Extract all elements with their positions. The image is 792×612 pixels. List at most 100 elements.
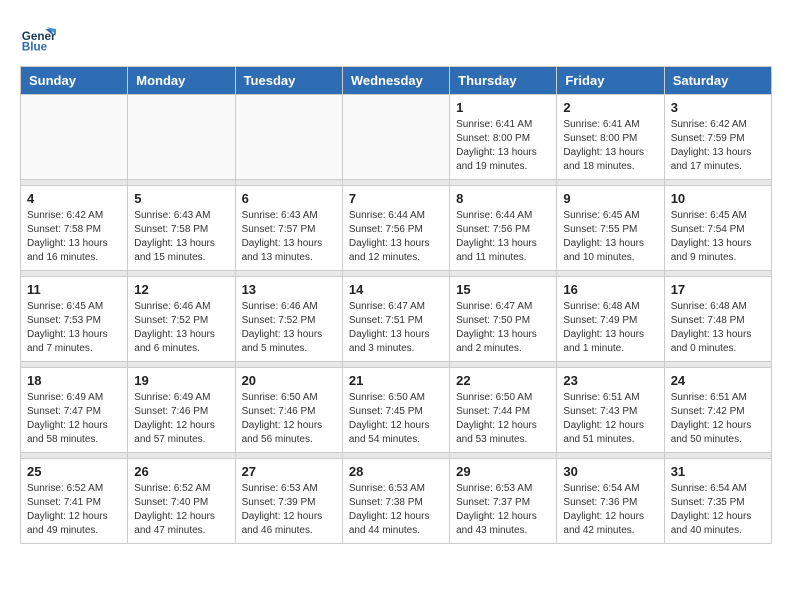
day-info: Sunrise: 6:52 AM Sunset: 7:40 PM Dayligh… [134, 482, 228, 538]
calendar-cell [21, 95, 128, 180]
calendar-cell: 16 Sunrise: 6:48 AM Sunset: 7:49 PM Dayli… [557, 277, 664, 362]
day-info: Sunrise: 6:50 AM Sunset: 7:46 PM Dayligh… [242, 391, 336, 447]
day-info: Sunrise: 6:53 AM Sunset: 7:38 PM Dayligh… [349, 482, 443, 538]
calendar-week-2: 4Sunrise: 6:42 AM Sunset: 7:58 PM Daylig… [21, 186, 772, 271]
day-info: Sunrise: 6:44 AM Sunset: 7:56 PM Dayligh… [456, 209, 550, 265]
calendar-cell: 2 Sunrise: 6:41 AM Sunset: 8:00 PM Daylig… [557, 95, 664, 180]
day-info: Sunrise: 6:50 AM Sunset: 7:45 PM Dayligh… [349, 391, 443, 447]
calendar-header-thursday: Thursday [450, 67, 557, 95]
calendar-cell: 9 Sunrise: 6:45 AM Sunset: 7:55 PM Daylig… [557, 186, 664, 271]
calendar-week-3: 11Sunrise: 6:45 AM Sunset: 7:53 PM Dayli… [21, 277, 772, 362]
calendar-header-friday: Friday [557, 67, 664, 95]
day-info: Sunrise: 6:47 AM Sunset: 7:50 PM Dayligh… [456, 300, 550, 356]
calendar-header-sunday: Sunday [21, 67, 128, 95]
calendar-week-5: 25 Sunrise: 6:52 AM Sunset: 7:41 PM Dayli… [21, 459, 772, 544]
day-info: Sunrise: 6:41 AM Sunset: 8:00 PM Dayligh… [456, 118, 550, 174]
day-number: 9 [563, 191, 657, 206]
day-info: Sunrise: 6:48 AM Sunset: 7:49 PM Dayligh… [563, 300, 657, 356]
day-number: 25 [27, 464, 121, 479]
day-info: Sunrise: 6:45 AM Sunset: 7:55 PM Dayligh… [563, 209, 657, 265]
calendar-header-wednesday: Wednesday [342, 67, 449, 95]
calendar-cell: 13 Sunrise: 6:46 AM Sunset: 7:52 PM Dayli… [235, 277, 342, 362]
calendar-cell: 11Sunrise: 6:45 AM Sunset: 7:53 PM Dayli… [21, 277, 128, 362]
day-number: 17 [671, 282, 765, 297]
day-info: Sunrise: 6:50 AM Sunset: 7:44 PM Dayligh… [456, 391, 550, 447]
page-header: General Blue [20, 20, 772, 56]
day-info: Sunrise: 6:43 AM Sunset: 7:58 PM Dayligh… [134, 209, 228, 265]
calendar-cell: 25 Sunrise: 6:52 AM Sunset: 7:41 PM Dayli… [21, 459, 128, 544]
day-number: 5 [134, 191, 228, 206]
day-info: Sunrise: 6:46 AM Sunset: 7:52 PM Dayligh… [242, 300, 336, 356]
day-number: 15 [456, 282, 550, 297]
calendar-header-saturday: Saturday [664, 67, 771, 95]
calendar-cell: 4Sunrise: 6:42 AM Sunset: 7:58 PM Daylig… [21, 186, 128, 271]
day-number: 16 [563, 282, 657, 297]
day-number: 6 [242, 191, 336, 206]
day-info: Sunrise: 6:45 AM Sunset: 7:53 PM Dayligh… [27, 300, 121, 356]
day-info: Sunrise: 6:51 AM Sunset: 7:42 PM Dayligh… [671, 391, 765, 447]
calendar-cell: 1Sunrise: 6:41 AM Sunset: 8:00 PM Daylig… [450, 95, 557, 180]
day-number: 8 [456, 191, 550, 206]
calendar-cell: 8 Sunrise: 6:44 AM Sunset: 7:56 PM Daylig… [450, 186, 557, 271]
calendar-cell: 31 Sunrise: 6:54 AM Sunset: 7:35 PM Dayli… [664, 459, 771, 544]
day-info: Sunrise: 6:52 AM Sunset: 7:41 PM Dayligh… [27, 482, 121, 538]
day-number: 7 [349, 191, 443, 206]
calendar-cell: 12Sunrise: 6:46 AM Sunset: 7:52 PM Dayli… [128, 277, 235, 362]
logo-icon: General Blue [20, 20, 56, 56]
day-number: 31 [671, 464, 765, 479]
day-number: 20 [242, 373, 336, 388]
day-number: 22 [456, 373, 550, 388]
day-number: 30 [563, 464, 657, 479]
calendar-cell: 26 Sunrise: 6:52 AM Sunset: 7:40 PM Dayli… [128, 459, 235, 544]
calendar-cell: 23Sunrise: 6:51 AM Sunset: 7:43 PM Dayli… [557, 368, 664, 453]
day-info: Sunrise: 6:49 AM Sunset: 7:47 PM Dayligh… [27, 391, 121, 447]
day-number: 2 [563, 100, 657, 115]
day-info: Sunrise: 6:43 AM Sunset: 7:57 PM Dayligh… [242, 209, 336, 265]
day-info: Sunrise: 6:53 AM Sunset: 7:39 PM Dayligh… [242, 482, 336, 538]
day-info: Sunrise: 6:41 AM Sunset: 8:00 PM Dayligh… [563, 118, 657, 174]
day-number: 18 [27, 373, 121, 388]
calendar-week-1: 1Sunrise: 6:41 AM Sunset: 8:00 PM Daylig… [21, 95, 772, 180]
day-info: Sunrise: 6:42 AM Sunset: 7:59 PM Dayligh… [671, 118, 765, 174]
day-info: Sunrise: 6:54 AM Sunset: 7:35 PM Dayligh… [671, 482, 765, 538]
calendar-cell: 5 Sunrise: 6:43 AM Sunset: 7:58 PM Daylig… [128, 186, 235, 271]
day-number: 12 [134, 282, 228, 297]
day-info: Sunrise: 6:48 AM Sunset: 7:48 PM Dayligh… [671, 300, 765, 356]
day-info: Sunrise: 6:54 AM Sunset: 7:36 PM Dayligh… [563, 482, 657, 538]
calendar-cell: 14 Sunrise: 6:47 AM Sunset: 7:51 PM Dayli… [342, 277, 449, 362]
day-number: 28 [349, 464, 443, 479]
day-number: 26 [134, 464, 228, 479]
day-number: 13 [242, 282, 336, 297]
calendar-header-row: SundayMondayTuesdayWednesdayThursdayFrid… [21, 67, 772, 95]
day-number: 10 [671, 191, 765, 206]
day-number: 24 [671, 373, 765, 388]
calendar-cell: 30 Sunrise: 6:54 AM Sunset: 7:36 PM Dayli… [557, 459, 664, 544]
calendar-cell: 27Sunrise: 6:53 AM Sunset: 7:39 PM Dayli… [235, 459, 342, 544]
day-number: 29 [456, 464, 550, 479]
day-number: 14 [349, 282, 443, 297]
calendar-cell: 20 Sunrise: 6:50 AM Sunset: 7:46 PM Dayli… [235, 368, 342, 453]
day-number: 3 [671, 100, 765, 115]
calendar-header-tuesday: Tuesday [235, 67, 342, 95]
day-info: Sunrise: 6:53 AM Sunset: 7:37 PM Dayligh… [456, 482, 550, 538]
day-number: 4 [27, 191, 121, 206]
calendar-cell: 29 Sunrise: 6:53 AM Sunset: 7:37 PM Dayli… [450, 459, 557, 544]
day-number: 21 [349, 373, 443, 388]
day-info: Sunrise: 6:45 AM Sunset: 7:54 PM Dayligh… [671, 209, 765, 265]
calendar-cell: 17 Sunrise: 6:48 AM Sunset: 7:48 PM Dayli… [664, 277, 771, 362]
calendar-cell: 7 Sunrise: 6:44 AM Sunset: 7:56 PM Daylig… [342, 186, 449, 271]
calendar-cell [342, 95, 449, 180]
day-number: 19 [134, 373, 228, 388]
day-info: Sunrise: 6:47 AM Sunset: 7:51 PM Dayligh… [349, 300, 443, 356]
day-info: Sunrise: 6:49 AM Sunset: 7:46 PM Dayligh… [134, 391, 228, 447]
calendar-cell [128, 95, 235, 180]
svg-text:Blue: Blue [22, 41, 48, 54]
calendar-cell: 28 Sunrise: 6:53 AM Sunset: 7:38 PM Dayli… [342, 459, 449, 544]
day-number: 23 [563, 373, 657, 388]
day-info: Sunrise: 6:44 AM Sunset: 7:56 PM Dayligh… [349, 209, 443, 265]
calendar-cell: 18 Sunrise: 6:49 AM Sunset: 7:47 PM Dayli… [21, 368, 128, 453]
calendar: SundayMondayTuesdayWednesdayThursdayFrid… [20, 66, 772, 544]
calendar-cell: 22 Sunrise: 6:50 AM Sunset: 7:44 PM Dayli… [450, 368, 557, 453]
calendar-cell: 21 Sunrise: 6:50 AM Sunset: 7:45 PM Dayli… [342, 368, 449, 453]
calendar-cell: 3 Sunrise: 6:42 AM Sunset: 7:59 PM Daylig… [664, 95, 771, 180]
